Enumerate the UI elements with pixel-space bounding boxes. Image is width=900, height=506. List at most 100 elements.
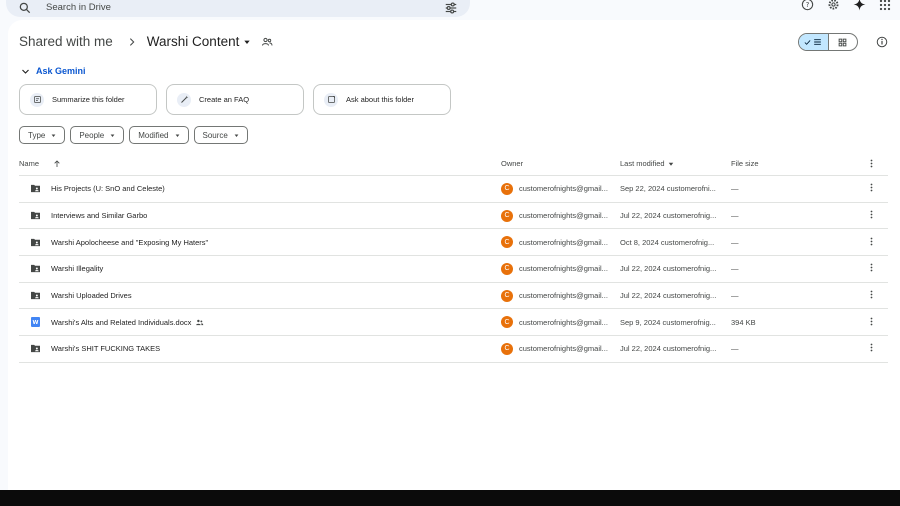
more-vert-icon xyxy=(870,159,872,168)
ask-about-folder-button[interactable]: Ask about this folder xyxy=(313,84,451,115)
more-vert-icon xyxy=(870,183,873,194)
filter-people[interactable]: People xyxy=(70,126,125,144)
grid-view-button[interactable] xyxy=(829,34,858,50)
summarize-icon xyxy=(30,92,44,107)
more-actions-button[interactable] xyxy=(861,237,881,248)
owner-email: customerofnights@gmail... xyxy=(519,264,608,274)
filter-source[interactable]: Source xyxy=(193,126,248,144)
help-icon[interactable]: ? xyxy=(800,0,814,12)
breadcrumb-current[interactable]: Warshi Content xyxy=(147,34,240,49)
column-owner[interactable]: Owner xyxy=(501,159,620,168)
caret-down-icon xyxy=(175,133,179,137)
sort-arrow-up-icon[interactable] xyxy=(53,159,61,168)
search-bar[interactable]: Search in Drive xyxy=(6,0,470,17)
avatar[interactable]: C xyxy=(501,342,513,355)
settings-icon[interactable] xyxy=(826,0,840,12)
more-vert-icon xyxy=(870,210,873,221)
table-row[interactable]: W Warshi's Alts and Related Individuals.d… xyxy=(19,309,888,337)
filter-modified[interactable]: Modified xyxy=(129,126,189,144)
ask-gemini-toggle[interactable]: Ask Gemini xyxy=(21,66,86,76)
create-faq-button[interactable]: Create an FAQ xyxy=(166,84,304,115)
breadcrumb-parent[interactable]: Shared with me xyxy=(19,34,113,49)
shared-folder-icon xyxy=(30,184,41,194)
avatar[interactable]: C xyxy=(501,182,513,195)
column-more-icon[interactable] xyxy=(861,159,881,168)
search-icon[interactable] xyxy=(18,1,32,15)
file-size-cell: — xyxy=(731,237,739,247)
owner-email: customerofnights@gmail... xyxy=(519,291,608,301)
column-last-modified-label: Last modified xyxy=(620,159,665,168)
file-name-cell[interactable]: Warshi Apolocheese and "Exposing My Hate… xyxy=(19,237,501,247)
more-actions-button[interactable] xyxy=(861,210,881,221)
file-name: Warshi's Alts and Related Individuals.do… xyxy=(51,317,192,327)
file-list: His Projects (U: SnO and Celeste) Ccustom… xyxy=(19,176,888,363)
info-icon[interactable] xyxy=(876,36,888,48)
search-options-icon[interactable] xyxy=(444,1,458,15)
avatar[interactable]: C xyxy=(501,209,513,222)
file-name-cell[interactable]: W Warshi's Alts and Related Individuals.d… xyxy=(19,317,501,328)
shared-folder-icon xyxy=(30,237,41,247)
file-size-cell: 394 KB xyxy=(731,317,756,327)
gemini-icon[interactable] xyxy=(852,0,866,12)
more-actions-button[interactable] xyxy=(861,263,881,274)
owner-email: customerofnights@gmail... xyxy=(519,344,608,354)
owner-cell: Ccustomerofnights@gmail... xyxy=(501,236,620,249)
file-name: Warshi Apolocheese and "Exposing My Hate… xyxy=(51,237,209,247)
owner-email: customerofnights@gmail... xyxy=(519,211,608,221)
file-name: His Projects (U: SnO and Celeste) xyxy=(51,184,165,194)
gemini-suggestions: Summarize this folder Create an FAQ Ask … xyxy=(19,84,451,115)
table-row[interactable]: His Projects (U: SnO and Celeste) Ccustom… xyxy=(19,176,888,203)
check-icon xyxy=(804,39,811,45)
file-name-cell[interactable]: Interviews and Similar Garbo xyxy=(19,211,501,221)
shared-people-icon xyxy=(195,318,204,327)
column-last-modified[interactable]: Last modified xyxy=(620,159,731,168)
avatar[interactable]: C xyxy=(501,262,513,275)
last-modified-cell: Jul 22, 2024 customerofnig... xyxy=(620,344,717,354)
file-name-cell[interactable]: Warshi Uploaded Drives xyxy=(19,291,501,301)
filter-type[interactable]: Type xyxy=(19,126,66,144)
taskbar-strip xyxy=(0,490,900,506)
file-name-cell[interactable]: His Projects (U: SnO and Celeste) xyxy=(19,184,501,194)
caret-down-icon xyxy=(51,133,56,137)
table-row[interactable]: Warshi Illegality Ccustomerofnights@gmail… xyxy=(19,256,888,283)
shared-folder-icon xyxy=(30,211,41,221)
word-doc-icon: W xyxy=(30,317,41,328)
more-actions-button[interactable] xyxy=(861,183,881,194)
summarize-folder-label: Summarize this folder xyxy=(52,95,125,104)
avatar[interactable]: C xyxy=(501,236,513,249)
table-row[interactable]: Warshi Uploaded Drives Ccustomerofnights@… xyxy=(19,283,888,310)
owner-cell: Ccustomerofnights@gmail... xyxy=(501,289,620,302)
table-row[interactable]: Warshi's SHIT FUCKING TAKES Ccustomerofni… xyxy=(19,336,888,363)
list-icon xyxy=(814,39,822,45)
more-actions-button[interactable] xyxy=(861,317,881,328)
shared-folder-icon xyxy=(30,344,41,354)
more-actions-button[interactable] xyxy=(861,290,881,301)
summarize-folder-button[interactable]: Summarize this folder xyxy=(19,84,157,115)
chevron-right-icon xyxy=(129,37,135,46)
owner-email: customerofnights@gmail... xyxy=(519,237,608,247)
caret-down-icon xyxy=(234,133,239,137)
column-name[interactable]: Name xyxy=(19,159,501,168)
avatar[interactable]: C xyxy=(501,316,513,329)
file-size-cell: — xyxy=(731,344,739,354)
filter-source-label: Source xyxy=(202,130,228,140)
table-row[interactable]: Interviews and Similar Garbo Ccustomerofn… xyxy=(19,203,888,230)
filter-bar: Type People Modified Source xyxy=(19,126,248,144)
main-content: Shared with me Warshi Content Ask Gemini… xyxy=(8,20,900,490)
avatar[interactable]: C xyxy=(501,289,513,302)
file-name-cell[interactable]: Warshi Illegality xyxy=(19,264,501,274)
caret-down-icon[interactable] xyxy=(243,38,251,46)
shared-people-icon[interactable] xyxy=(261,36,273,48)
table-row[interactable]: Warshi Apolocheese and "Exposing My Hate… xyxy=(19,229,888,257)
search-input[interactable]: Search in Drive xyxy=(46,2,444,13)
last-modified-cell: Oct 8, 2024 customerofnig... xyxy=(620,237,715,247)
last-modified-cell: Jul 22, 2024 customerofnig... xyxy=(620,264,717,274)
more-actions-button[interactable] xyxy=(861,343,881,354)
owner-cell: Ccustomerofnights@gmail... xyxy=(501,182,620,195)
apps-grid-icon[interactable] xyxy=(878,0,892,12)
list-view-button[interactable] xyxy=(799,34,829,50)
column-name-label: Name xyxy=(19,159,40,168)
file-name-cell[interactable]: Warshi's SHIT FUCKING TAKES xyxy=(19,344,501,354)
column-file-size[interactable]: File size xyxy=(731,159,861,168)
top-right-icons: ? xyxy=(800,0,892,11)
